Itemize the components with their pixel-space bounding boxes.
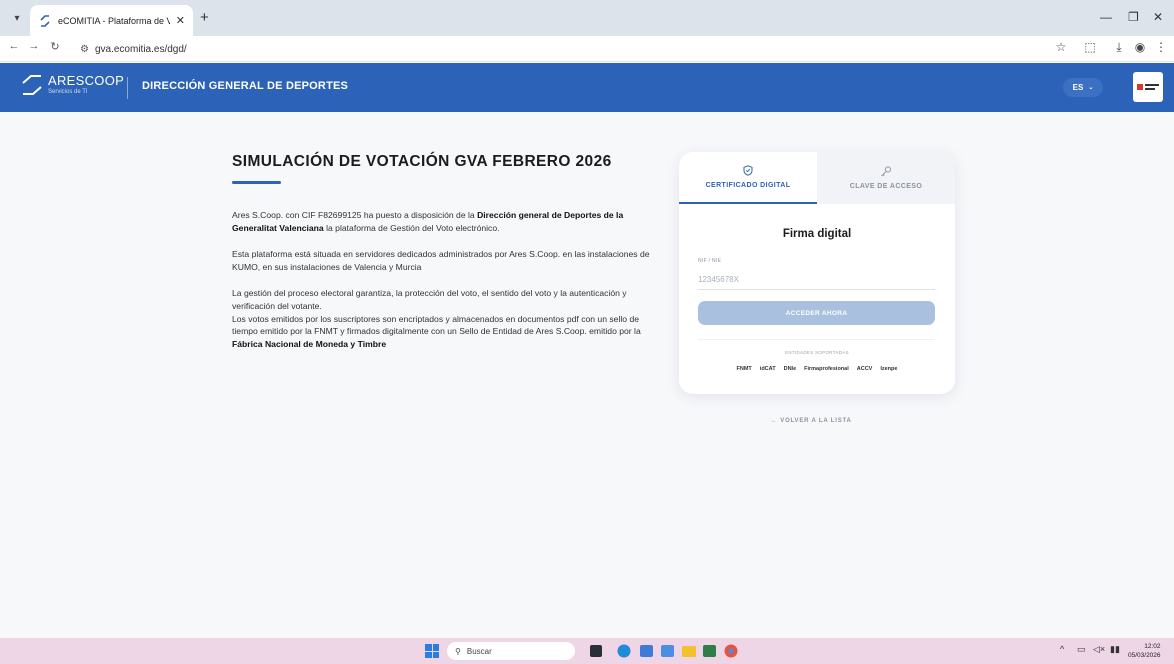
browser-tab-bar: ▾ eCOMITIA - Plataforma de Voto ✕ + — ❐ … [0, 0, 1174, 36]
edge-icon[interactable] [617, 644, 631, 658]
language-label: ES [1072, 83, 1084, 92]
header-divider [127, 77, 128, 99]
acceder-ahora-button[interactable]: ACCEDER AHORA [698, 301, 935, 325]
language-selector[interactable]: ES ⌄ [1063, 78, 1103, 97]
brand-subtitle: Servicios de TI [48, 89, 88, 95]
outlook-icon[interactable] [640, 645, 653, 657]
entity-item: Izenpe [880, 366, 898, 372]
tab-clave-label: CLAVE DE ACCESO [849, 183, 923, 190]
browser-toolbar: ← → ↻ ⚙ gva.ecomitia.es/dgd/ ☆ ⬚ ⤓ ◉ ⋮ [0, 36, 1174, 62]
favicon-icon [38, 14, 52, 28]
back-to-list-link[interactable]: ← VOLVER A LA LISTA [771, 418, 852, 424]
download-icon[interactable]: ⤓ [1111, 40, 1127, 55]
menu-icon[interactable]: ⋮ [1153, 40, 1169, 54]
title-underline [232, 181, 281, 184]
entities-list: FNMT idCAT DNIe Firmaprofesional ACCV Iz… [679, 366, 955, 372]
intro-paragraph-3: La gestión del proceso electoral garanti… [232, 288, 627, 311]
taskbar-search[interactable]: ⚲ Buscar [447, 642, 575, 660]
volume-icon[interactable]: ◁× [1093, 644, 1105, 655]
bookmark-star-icon[interactable]: ☆ [1053, 40, 1069, 54]
site-info-icon[interactable]: ⚙ [80, 44, 89, 55]
file-explorer-icon[interactable] [682, 646, 696, 657]
entity-item: Firmaprofesional [804, 366, 849, 372]
tab-clave-acceso[interactable]: CLAVE DE ACCESO [817, 152, 955, 204]
url-text: gva.ecomitia.es/dgd/ [94, 43, 187, 55]
tab-title: eCOMITIA - Plataforma de Voto [58, 15, 170, 26]
chevron-down-icon: ⌄ [1088, 85, 1094, 91]
generalitat-logo [1133, 72, 1163, 102]
window-close-icon[interactable]: ✕ [1153, 10, 1163, 24]
intro-paragraph-2: Esta plataforma está situada en servidor… [232, 249, 650, 272]
reload-icon[interactable]: ↻ [47, 40, 63, 53]
tab-close-icon[interactable]: ✕ [176, 14, 185, 27]
tab-certificado-label: CERTIFICADO DIGITAL [705, 182, 791, 189]
taskbar-search-label: Buscar [466, 646, 492, 656]
task-view-icon[interactable] [590, 645, 602, 657]
taskbar-apps [590, 644, 738, 658]
shield-icon [743, 165, 753, 176]
extensions-icon[interactable]: ⬚ [1082, 40, 1098, 54]
brand-name: ARESCOOP [48, 73, 125, 88]
intro-paragraph-1: Ares S.Coop. con CIF F82699125 ha puesto… [232, 210, 624, 233]
entity-item: idCAT [759, 366, 776, 372]
card-divider [698, 339, 935, 340]
card-heading: Firma digital [782, 228, 852, 240]
app-header: ARESCOOP Servicios de TI DIRECCIÓN GENER… [0, 63, 1174, 112]
tray-chevron-icon[interactable]: ^ [1060, 644, 1064, 654]
battery-icon[interactable]: ▮▮ [1110, 644, 1120, 655]
store-icon[interactable] [661, 645, 674, 657]
entity-item: FNMT [736, 366, 752, 372]
login-card: CERTIFICADO DIGITAL CLAVE DE ACCESO Firm… [679, 152, 955, 394]
address-bar[interactable]: ⚙ gva.ecomitia.es/dgd/ [80, 39, 1040, 59]
os-taskbar: ⚲ Buscar ^ ▭ ◁× ▮▮ 12:02 05/03/2026 [0, 638, 1174, 664]
nif-label: NIF / NIE [698, 258, 722, 264]
arescoop-logo[interactable]: ARESCOOP Servicios de TI [20, 73, 124, 97]
key-icon [881, 166, 892, 177]
intro-paragraph-4: Los votos emitidos por los suscriptores … [232, 313, 641, 349]
excel-icon[interactable] [703, 645, 716, 657]
restore-icon[interactable]: ❐ [1128, 10, 1139, 24]
windows-start-icon[interactable] [425, 644, 439, 658]
entities-title: ENTIDADES SOPORTADAS [785, 350, 849, 355]
minimize-icon[interactable]: — [1100, 10, 1112, 24]
browser-tab[interactable]: eCOMITIA - Plataforma de Voto ✕ [30, 5, 193, 36]
profile-icon[interactable]: ◉ [1132, 40, 1148, 54]
back-icon[interactable]: ← [6, 40, 22, 52]
arescoop-logo-icon [22, 75, 42, 95]
intro-text: Ares S.Coop. con CIF F82699125 ha puesto… [232, 209, 652, 364]
network-icon[interactable]: ▭ [1077, 644, 1086, 655]
new-tab-icon[interactable]: + [200, 10, 209, 26]
entity-item: ACCV [856, 366, 873, 372]
tab-search-icon[interactable]: ▾ [8, 9, 26, 27]
entity-item: DNIe [783, 366, 797, 372]
page-title: SIMULACIÓN DE VOTACIÓN GVA FEBRERO 2026 [232, 153, 612, 170]
header-title: DIRECCIÓN GENERAL DE DEPORTES [142, 80, 349, 92]
clock-date: 05/03/2026 [1128, 652, 1161, 659]
clock-time: 12:02 [1144, 643, 1161, 650]
tab-certificado-digital[interactable]: CERTIFICADO DIGITAL [679, 152, 817, 204]
taskbar-clock[interactable]: 12:02 05/03/2026 [1128, 642, 1161, 660]
nif-input[interactable] [698, 270, 935, 290]
search-icon: ⚲ [455, 646, 461, 656]
forward-icon[interactable]: → [26, 40, 42, 52]
